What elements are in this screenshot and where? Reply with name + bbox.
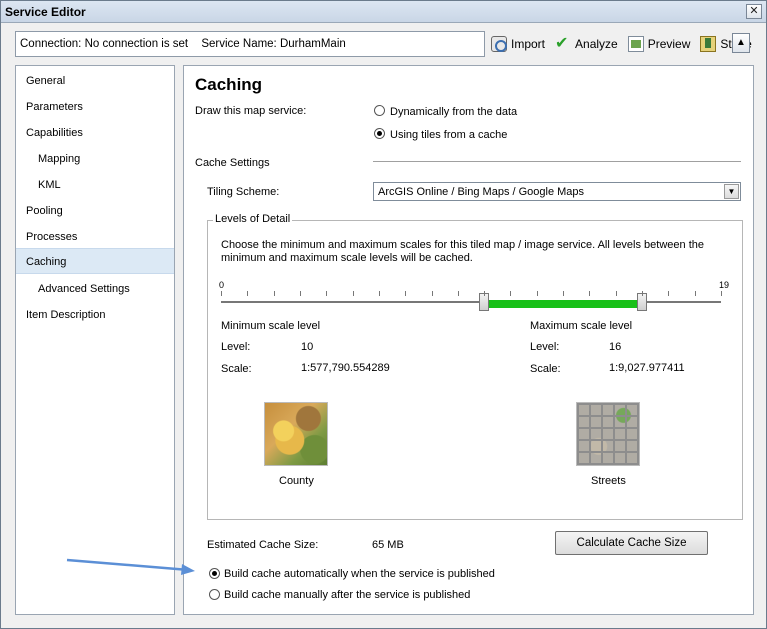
preview-icon xyxy=(627,36,644,52)
sidebar-item-general[interactable]: General xyxy=(16,68,174,94)
tiling-scheme-label: Tiling Scheme: xyxy=(207,186,280,198)
sidebar-item-pooling[interactable]: Pooling xyxy=(16,198,174,224)
sidebar-item-advanced-settings[interactable]: Advanced Settings xyxy=(16,276,174,302)
import-button[interactable]: Import xyxy=(491,36,545,52)
import-icon xyxy=(491,36,507,52)
max-level-value: 16 xyxy=(609,341,622,353)
slider-tick xyxy=(537,291,538,296)
slider-tick xyxy=(642,291,643,296)
estimated-size-label: Estimated Cache Size: xyxy=(207,539,319,551)
service-editor-window: Service Editor ✕ Connection: No connecti… xyxy=(0,0,767,629)
draw-service-label: Draw this map service: xyxy=(195,105,307,117)
sidebar-item-processes[interactable]: Processes xyxy=(16,224,174,250)
streets-caption: Streets xyxy=(591,475,626,487)
estimated-size-value: 65 MB xyxy=(372,539,404,551)
title-bar: Service Editor ✕ xyxy=(1,1,766,23)
slider-tick xyxy=(405,291,406,296)
toolbar: Import ✔ Analyze Preview Stage xyxy=(491,34,762,54)
service-name: Service Name: DurhamMain xyxy=(201,38,346,50)
connection-field[interactable]: Connection: No connection is set Service… xyxy=(15,31,485,57)
slider-tick xyxy=(300,291,301,296)
slider-tick xyxy=(221,291,222,296)
build-manual-radio[interactable] xyxy=(209,589,220,600)
analyze-label: Analyze xyxy=(575,37,618,51)
draw-tiles-label[interactable]: Using tiles from a cache xyxy=(390,129,507,141)
county-map-thumbnail xyxy=(264,402,328,466)
annotation-arrow-icon xyxy=(66,558,195,575)
slider-max-label: 19 xyxy=(719,280,730,290)
window-title: Service Editor xyxy=(5,5,86,19)
max-scale-value: 1:9,027.977411 xyxy=(609,362,685,374)
draw-dynamic-label[interactable]: Dynamically from the data xyxy=(390,106,517,118)
close-button[interactable]: ✕ xyxy=(746,4,762,19)
analyze-button[interactable]: ✔ Analyze xyxy=(555,36,618,52)
min-level-value: 10 xyxy=(301,341,314,353)
slider-tick xyxy=(484,291,485,296)
sidebar-item-caching[interactable]: Caching xyxy=(16,248,174,274)
levels-of-detail-group: Levels of Detail Choose the minimum and … xyxy=(207,213,743,520)
tiling-scheme-select[interactable]: ArcGIS Online / Bing Maps / Google Maps … xyxy=(373,182,741,201)
tiling-scheme-value: ArcGIS Online / Bing Maps / Google Maps xyxy=(378,186,585,198)
slider-tick xyxy=(247,291,248,296)
sidebar-item-parameters[interactable]: Parameters xyxy=(16,94,174,120)
max-scale-heading: Maximum scale level xyxy=(530,320,633,332)
sidebar-item-kml[interactable]: KML xyxy=(16,172,174,198)
slider-tick xyxy=(616,291,617,296)
levels-of-detail-title: Levels of Detail xyxy=(213,213,293,225)
sidebar: General Parameters Capabilities Mapping … xyxy=(15,65,175,615)
slider-tick xyxy=(510,291,511,296)
chevron-down-icon[interactable]: ▼ xyxy=(724,184,739,199)
slider-tick xyxy=(458,291,459,296)
scale-slider-range xyxy=(484,300,642,308)
slider-tick xyxy=(379,291,380,296)
connection-status: Connection: No connection is set xyxy=(20,38,189,50)
slider-tick xyxy=(326,291,327,296)
import-label: Import xyxy=(511,37,546,51)
draw-dynamic-radio[interactable] xyxy=(374,105,385,116)
sidebar-item-mapping[interactable]: Mapping xyxy=(16,146,174,172)
slider-tick xyxy=(589,291,590,296)
min-level-label: Level: xyxy=(221,341,251,353)
caching-panel: Caching Draw this map service: Dynamical… xyxy=(183,65,754,615)
preview-label: Preview xyxy=(647,37,691,51)
page-title: Caching xyxy=(195,75,263,94)
slider-tick xyxy=(668,291,669,296)
draw-tiles-radio[interactable] xyxy=(374,128,385,139)
max-scale-label: Scale: xyxy=(530,363,561,375)
sidebar-item-item-description[interactable]: Item Description xyxy=(16,302,174,328)
slider-tick xyxy=(274,291,275,296)
build-manual-label[interactable]: Build cache manually after the service i… xyxy=(224,589,470,601)
build-auto-radio[interactable] xyxy=(209,568,220,579)
collapse-button[interactable]: ▲ xyxy=(732,33,750,53)
slider-min-label: 0 xyxy=(219,280,225,290)
calculate-cache-size-button[interactable]: Calculate Cache Size xyxy=(555,531,708,555)
slider-tick xyxy=(432,291,433,296)
min-scale-value: 1:577,790.554289 xyxy=(301,362,390,374)
min-scale-heading: Minimum scale level xyxy=(221,320,321,332)
county-caption: County xyxy=(279,475,314,487)
streets-map-thumbnail xyxy=(576,402,640,466)
preview-button[interactable]: Preview xyxy=(627,36,691,52)
cache-settings-label: Cache Settings xyxy=(195,157,270,169)
slider-tick xyxy=(695,291,696,296)
slider-tick xyxy=(721,291,722,296)
checkmark-icon: ✔ xyxy=(555,35,569,52)
section-divider xyxy=(373,161,741,162)
slider-tick xyxy=(353,291,354,296)
levels-description: Choose the minimum and maximum scales fo… xyxy=(221,239,704,264)
sidebar-item-capabilities[interactable]: Capabilities xyxy=(16,120,174,146)
build-auto-label[interactable]: Build cache automatically when the servi… xyxy=(224,568,495,580)
max-level-label: Level: xyxy=(530,341,560,353)
stage-icon xyxy=(700,36,717,52)
slider-tick xyxy=(563,291,564,296)
min-scale-label: Scale: xyxy=(221,363,252,375)
